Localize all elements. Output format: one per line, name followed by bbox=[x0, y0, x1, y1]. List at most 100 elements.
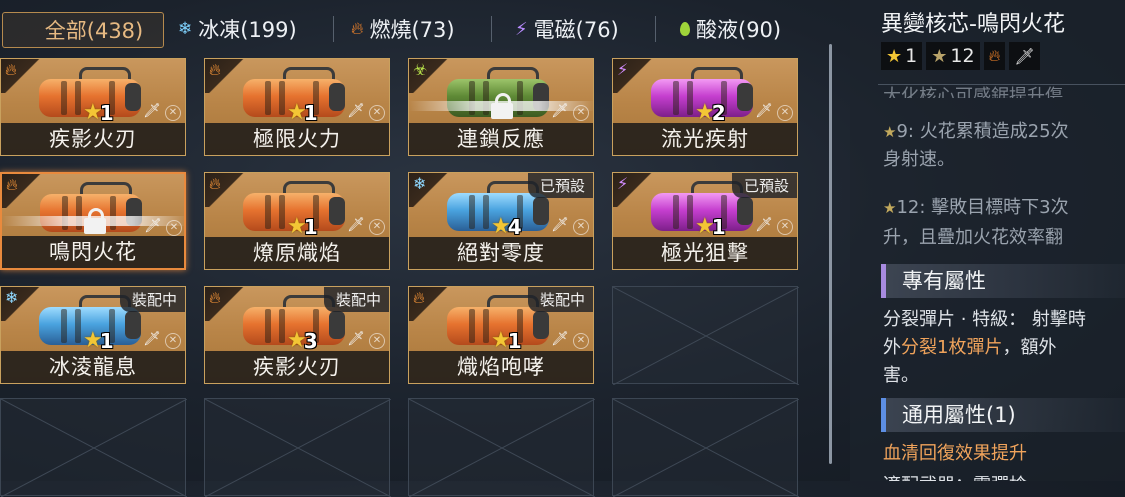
star-count: 1 bbox=[303, 215, 318, 239]
star-icon: ★ bbox=[886, 45, 903, 67]
exclusive-attr-header: 專有屬性 bbox=[881, 264, 1125, 298]
acid-icon: ☣︎ bbox=[413, 60, 428, 79]
lightning-icon: ⚡︎ bbox=[617, 60, 629, 79]
sword-icon: 🗡︎ bbox=[347, 217, 365, 233]
sword-icon: 🗡︎ bbox=[755, 103, 773, 119]
flame-icon: 🔥︎ bbox=[413, 288, 425, 307]
empty-slot bbox=[612, 398, 799, 497]
gun-ring bbox=[279, 195, 285, 229]
cutoff-text: 大化核心可感鋸提升傷 bbox=[883, 86, 1063, 98]
scrollbar[interactable] bbox=[829, 44, 832, 464]
gun-ring bbox=[673, 81, 679, 115]
snowflake-icon: ❄ bbox=[178, 19, 193, 39]
close-circle-icon: ✕ bbox=[369, 105, 385, 121]
divider bbox=[491, 16, 492, 42]
gun-ring bbox=[469, 309, 475, 343]
gun-ring bbox=[279, 81, 285, 115]
sword-icon: 🗡︎ bbox=[755, 217, 773, 233]
detail-tags: ★ 1 ★ 12 🔥︎ 🗡︎ bbox=[881, 42, 1040, 70]
empty-slot-cross bbox=[613, 287, 799, 385]
star-level: ★ 4 bbox=[491, 215, 522, 239]
star-count: 4 bbox=[507, 215, 522, 239]
sword-icon: 🗡︎ bbox=[143, 103, 161, 119]
perk-12: ★12: 擊敗目標時下3次 bbox=[883, 197, 1069, 218]
status-badge: 已預設 bbox=[527, 173, 593, 198]
status-badge: 已預設 bbox=[731, 173, 797, 198]
status-badge: 裝配中 bbox=[323, 287, 389, 312]
exclusive-attr-line: 外分裂1枚彈片，額外 bbox=[883, 337, 1057, 358]
card-name: 疾影火刃 bbox=[205, 351, 389, 383]
gun-ring bbox=[279, 309, 285, 343]
card-name: 熾焰咆哮 bbox=[409, 351, 593, 383]
gun-ring bbox=[687, 195, 693, 229]
sword-icon: 🗡︎ bbox=[551, 103, 569, 119]
weapon-core-card[interactable]: 🔥︎ ★ 1 🗡︎ ✕ 燎原熾焰 bbox=[204, 172, 390, 270]
flame-icon: 🔥︎ bbox=[6, 175, 18, 194]
star-count: 1 bbox=[99, 101, 114, 125]
close-circle-icon: ✕ bbox=[165, 333, 181, 349]
weapon-core-card[interactable]: 🔥︎ ★ 1 🗡︎ ✕ 疾影火刃 bbox=[0, 58, 186, 156]
gun-ring bbox=[75, 81, 81, 115]
sword-icon: 🗡︎ bbox=[1009, 42, 1040, 70]
sword-icon: 🗡︎ bbox=[144, 218, 162, 234]
empty-slot bbox=[408, 398, 595, 497]
card-name: 極限火力 bbox=[205, 123, 389, 155]
close-circle-icon: ✕ bbox=[777, 219, 793, 235]
star-icon: ★ bbox=[883, 199, 897, 217]
weapon-core-card[interactable]: 🔥︎ ★ 1 🗡︎ ✕ 裝配中 熾焰咆哮 bbox=[408, 286, 594, 384]
weapon-core-card[interactable]: ❄ ★ 4 🗡︎ ✕ 已預設 絕對零度 bbox=[408, 172, 594, 270]
filter-tab-ice[interactable]: ❄ 冰凍(199) bbox=[178, 12, 297, 46]
status-badge: 裝配中 bbox=[527, 287, 593, 312]
star-count: 1 bbox=[507, 329, 522, 353]
filter-tab-electric[interactable]: ⚡︎ 電磁(76) bbox=[515, 12, 619, 46]
filter-tab-acid[interactable]: 酸液(90) bbox=[680, 12, 781, 46]
flame-icon: 🔥︎ bbox=[209, 60, 221, 79]
close-circle-icon: ✕ bbox=[166, 220, 182, 236]
flame-icon: 🔥︎ bbox=[5, 60, 17, 79]
close-circle-icon: ✕ bbox=[165, 105, 181, 121]
star-count: 3 bbox=[303, 329, 318, 353]
close-circle-icon: ✕ bbox=[573, 333, 589, 349]
gun-ring bbox=[673, 195, 679, 229]
card-name: 燎原熾焰 bbox=[205, 237, 389, 269]
weapon-core-card[interactable]: ❄ ★ 1 🗡︎ ✕ 裝配中 冰淩龍息 bbox=[0, 286, 186, 384]
star-count: 1 bbox=[303, 101, 318, 125]
star-count: 1 bbox=[99, 329, 114, 353]
acid-drop-icon bbox=[680, 22, 690, 36]
weapon-core-card[interactable]: 🔥︎ 🗡︎ ✕ 鳴閃火花 bbox=[0, 172, 186, 270]
card-name: 流光疾射 bbox=[613, 123, 797, 155]
gun-barrel bbox=[737, 197, 753, 225]
gun-ring bbox=[483, 195, 489, 229]
card-name: 鳴閃火花 bbox=[2, 236, 184, 268]
close-circle-icon: ✕ bbox=[369, 219, 385, 235]
general-attr-line: 血清回復效果提升 bbox=[883, 443, 1027, 464]
gun-barrel bbox=[329, 83, 345, 111]
filter-tab-all[interactable]: 全部(438) bbox=[2, 12, 164, 48]
star-icon: ★ bbox=[883, 123, 897, 141]
weapon-core-card[interactable]: ⚡︎ ★ 2 🗡︎ ✕ 流光疾射 bbox=[612, 58, 798, 156]
lightning-icon: ⚡︎ bbox=[617, 174, 629, 193]
sword-icon: 🗡︎ bbox=[551, 217, 569, 233]
gun-ring bbox=[61, 81, 67, 115]
empty-slot-cross bbox=[409, 399, 595, 497]
general-attr-header: 通用屬性(1) bbox=[881, 398, 1125, 432]
gun-barrel bbox=[125, 83, 141, 111]
weapon-core-card[interactable]: ⚡︎ ★ 1 🗡︎ ✕ 已預設 極光狙擊 bbox=[612, 172, 798, 270]
flame-icon: 🔥︎ bbox=[983, 42, 1006, 70]
gun-barrel bbox=[329, 311, 345, 339]
grid-icon bbox=[23, 22, 39, 38]
star-count: 2 bbox=[711, 101, 726, 125]
weapon-core-card[interactable]: 🔥︎ ★ 1 🗡︎ ✕ 極限火力 bbox=[204, 58, 390, 156]
weapon-core-card[interactable]: 🔥︎ ★ 3 🗡︎ ✕ 裝配中 疾影火刃 bbox=[204, 286, 390, 384]
gun-barrel bbox=[125, 311, 141, 339]
divider bbox=[333, 16, 334, 42]
star-level: ★ 1 bbox=[287, 215, 318, 239]
star-level: ★ 1 bbox=[491, 329, 522, 353]
star-tag: ★ 12 bbox=[926, 42, 980, 70]
exclusive-attr-line: 害。 bbox=[883, 365, 919, 386]
weapon-core-card[interactable]: ☣︎ 🗡︎ ✕ 連鎖反應 bbox=[408, 58, 594, 156]
filter-tab-fire[interactable]: 🔥︎ 燃燒(73) bbox=[351, 12, 455, 46]
star-level: ★ 3 bbox=[287, 329, 318, 353]
gun-ring bbox=[61, 309, 67, 343]
empty-slot-cross bbox=[1, 399, 187, 497]
